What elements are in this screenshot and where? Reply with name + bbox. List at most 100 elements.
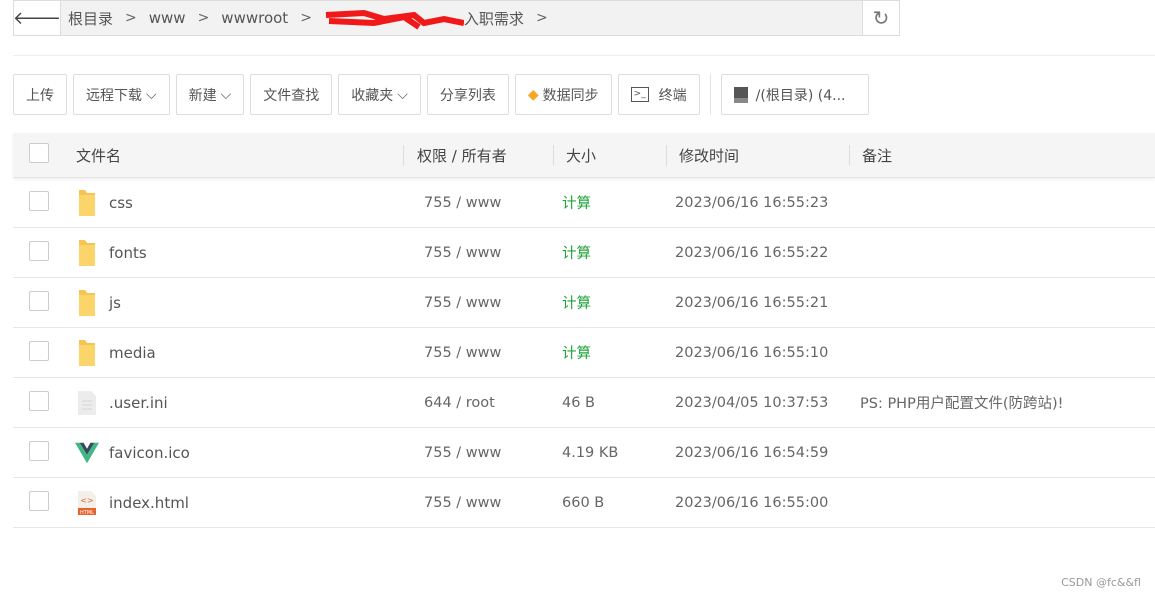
file-name[interactable]: .user.ini [109, 394, 168, 412]
data-sync-button[interactable]: ◆ 数据同步 [514, 74, 612, 115]
label: 文件查找 [263, 87, 320, 104]
permission[interactable]: 755 / www [403, 495, 553, 511]
file-name[interactable]: js [109, 294, 121, 312]
label: /(根目录) (4... [755, 87, 846, 104]
modified-time: 2023/06/16 16:54:59 [675, 444, 829, 461]
header-name[interactable]: 文件名 [76, 145, 121, 166]
file-name[interactable]: favicon.ico [109, 444, 190, 462]
label: 上传 [26, 87, 54, 104]
modified-time: 2023/04/05 10:37:53 [675, 394, 829, 411]
header-mtime[interactable]: 修改时间 [679, 147, 739, 165]
table-row[interactable]: js 755 / www 计算 2023/06/16 16:55:21 [13, 278, 1155, 328]
divider [709, 74, 711, 115]
note: PS: PHP用户配置文件(防跨站)! [860, 396, 1064, 412]
header-size[interactable]: 大小 [566, 147, 596, 165]
permission[interactable]: 755 / www [403, 445, 553, 461]
terminal-button[interactable]: >_ 终端 [617, 74, 700, 115]
remote-download-button[interactable]: 远程下载 ⌵ [73, 74, 170, 115]
folder-icon [75, 338, 99, 368]
favorites-button[interactable]: 收藏夹 ⌵ [338, 74, 421, 115]
size[interactable]: 计算 [553, 292, 666, 313]
permission[interactable]: 644 / root [403, 395, 553, 411]
svg-text:HTML: HTML [80, 510, 94, 516]
new-button[interactable]: 新建 ⌵ [175, 74, 245, 115]
file-name[interactable]: media [109, 344, 156, 362]
html-file-icon: <> HTML [75, 490, 99, 516]
modified-time: 2023/06/16 16:55:21 [675, 294, 829, 311]
label: 分享列表 [439, 87, 496, 104]
chevron-right-icon: > [535, 10, 548, 26]
divider [13, 55, 1155, 56]
row-checkbox[interactable] [29, 440, 49, 461]
folder-icon [75, 288, 99, 318]
chevron-down-icon: ⌵ [220, 86, 232, 103]
table-header: 文件名 权限 / 所有者 大小 修改时间 备注 [13, 133, 1155, 178]
modified-time: 2023/06/16 16:55:00 [675, 494, 829, 511]
redacted-crumb [324, 9, 465, 30]
table-row[interactable]: .user.ini 644 / root 46 B 2023/04/05 10:… [13, 378, 1155, 428]
modified-time: 2023/06/16 16:55:10 [675, 344, 829, 361]
file-name[interactable]: index.html [109, 494, 189, 512]
upload-button[interactable]: 上传 [13, 74, 67, 115]
chevron-right-icon: > [300, 10, 312, 26]
row-checkbox[interactable] [29, 390, 49, 411]
crumb-wwwroot[interactable]: wwwroot [221, 9, 288, 27]
select-all-checkbox[interactable] [29, 143, 49, 163]
permission[interactable]: 755 / www [403, 345, 553, 361]
size[interactable]: 计算 [553, 192, 666, 213]
header-perm[interactable]: 权限 / 所有者 [417, 147, 507, 165]
breadcrumb: 根目录 > www > wwwroot > 入职需求 > [61, 1, 862, 35]
file-search-button[interactable]: 文件查找 [250, 74, 333, 115]
svg-text:<>: <> [80, 496, 93, 505]
permission[interactable]: 755 / www [403, 295, 553, 311]
chevron-right-icon: > [125, 10, 137, 26]
permission[interactable]: 755 / www [403, 245, 553, 261]
size: 46 B [562, 394, 596, 411]
modified-time: 2023/06/16 16:55:23 [675, 194, 829, 211]
row-checkbox[interactable] [29, 240, 49, 261]
modified-time: 2023/06/16 16:55:22 [675, 244, 829, 261]
crumb-root[interactable]: 根目录 [68, 8, 113, 29]
chevron-down-icon: ⌵ [397, 86, 408, 103]
path-bar: 🡐 根目录 > www > wwwroot > 入职需求 > ↻ [13, 0, 900, 36]
refresh-button[interactable]: ↻ [862, 1, 899, 35]
permission[interactable]: 755 / www [403, 195, 553, 211]
watermark: CSDN @fc&&fl [1061, 576, 1141, 589]
label: 远程下载 [86, 87, 142, 104]
folder-icon [75, 238, 99, 268]
table-row[interactable]: css 755 / www 计算 2023/06/16 16:55:23 [13, 178, 1155, 228]
file-icon [75, 390, 99, 416]
share-list-button[interactable]: 分享列表 [426, 74, 509, 115]
disk-icon [733, 86, 748, 103]
back-button[interactable]: 🡐 [12, 1, 62, 35]
table-row[interactable]: fonts 755 / www 计算 2023/06/16 16:55:22 [13, 228, 1155, 278]
table-row[interactable]: <> HTML index.html 755 / www 660 B 2023/06… [13, 478, 1155, 528]
row-checkbox[interactable] [29, 340, 49, 361]
file-name[interactable]: css [109, 194, 133, 212]
label: 收藏夹 [351, 87, 394, 104]
header-note: 备注 [862, 146, 893, 165]
row-checkbox[interactable] [29, 290, 49, 311]
row-checkbox[interactable] [29, 490, 49, 511]
terminal-icon: >_ [630, 87, 649, 102]
size: 4.19 KB [562, 444, 619, 461]
crumb-www[interactable]: www [149, 9, 186, 27]
size[interactable]: 计算 [553, 242, 666, 263]
label: 数据同步 [542, 87, 599, 104]
label: 新建 [188, 87, 217, 104]
crumb-current[interactable]: 入职需求 [464, 8, 524, 29]
table-row[interactable]: media 755 / www 计算 2023/06/16 16:55:10 [13, 328, 1155, 378]
folder-icon [75, 188, 99, 218]
arrow-left-icon: 🡐 [12, 7, 62, 29]
label: 终端 [658, 87, 687, 104]
size[interactable]: 计算 [553, 342, 666, 363]
vue-icon [75, 441, 99, 465]
file-name[interactable]: fonts [109, 244, 147, 262]
refresh-icon: ↻ [872, 6, 890, 30]
row-checkbox[interactable] [29, 190, 49, 211]
disk-button[interactable]: /(根目录) (4... [720, 74, 869, 115]
diamond-icon: ◆ [527, 86, 539, 103]
size: 660 B [562, 494, 605, 511]
file-table: 文件名 权限 / 所有者 大小 修改时间 备注 css 755 / www 计算… [13, 133, 1155, 528]
table-row[interactable]: favicon.ico 755 / www 4.19 KB 2023/06/16… [13, 428, 1155, 478]
